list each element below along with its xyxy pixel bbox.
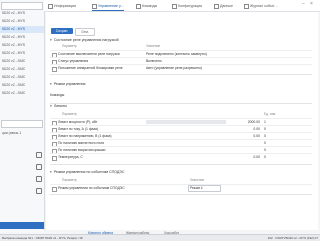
table-row: По наличию вскрытия крышки 0 — [50, 146, 312, 154]
checkbox-icon[interactable] — [36, 176, 42, 182]
sidebar-item-label: 5D20 v2 - DMC — [2, 91, 26, 95]
tab-bar: Информация Управление у… Команды Конфигу… — [44, 0, 320, 12]
sidebar-active-strip[interactable] — [0, 222, 44, 229]
sidebar-item[interactable]: 5D20 v2 - MYS — [0, 34, 44, 41]
table-header: Параметр Значение — [62, 44, 161, 48]
close-icon[interactable]: × — [310, 2, 315, 7]
sidebar-item-label: 5D20 v2 - MYS — [2, 27, 25, 31]
tab-commands[interactable]: Команды — [136, 2, 157, 10]
tab-configuration[interactable]: Конфигурация — [172, 2, 202, 10]
checkbox-icon[interactable] — [36, 188, 42, 194]
row-checkbox[interactable] — [52, 155, 57, 161]
sidebar-item[interactable]: 5D20 v2 - MYS — [0, 10, 44, 17]
table-row: Режим управления по событиям СПОДЭС — [50, 184, 312, 192]
divider — [50, 103, 312, 104]
sidebar-item[interactable]: 5D20 v2 - DMC — [0, 66, 44, 73]
sidebar-item-label: 5D20 v2 - DMC — [2, 83, 26, 87]
cancel-button[interactable]: Отм. — [75, 28, 95, 36]
section-control-mode-title[interactable]: Режим управления — [50, 82, 86, 86]
divider — [50, 164, 312, 165]
sidebar-item-label: 5D20 v2 - MYS — [2, 43, 25, 47]
tab-data[interactable]: Данные — [214, 2, 233, 10]
sidebar-item-label: 5D20 v2 - MYS — [2, 51, 25, 55]
sidebar-item[interactable]: 5D20 v2 - MYS — [0, 26, 44, 33]
status-left-text: Выбрана команда №1 · ОБЭП 5D20 v2 - MYS,… — [2, 236, 83, 240]
sidebar-item-label: 5D20 v2 - DMC — [2, 59, 26, 63]
table-row: Температура, С 0.00 0 — [50, 153, 312, 161]
table-row: Лимит по току, А (1 фаза) 0.00 0 — [50, 125, 312, 133]
control-mode-value: Команды — [50, 93, 65, 97]
data-icon — [214, 3, 219, 9]
checkbox-icon[interactable] — [36, 152, 42, 158]
table-header: Параметр Значение — [62, 178, 205, 182]
table-row: Статус управления Включено — [50, 57, 312, 65]
spodes-mode-select[interactable]: Режим 4 — [188, 184, 221, 192]
sidebar-item[interactable]: 5D20 v2 - DMC — [0, 82, 44, 89]
log-icon — [244, 3, 249, 9]
table-header: Параметр Ед. изм. — [62, 112, 277, 116]
sidebar-item-label: 5D20 v2 - DMC — [2, 75, 26, 79]
control-icon — [92, 3, 97, 9]
info-icon — [48, 3, 53, 9]
tab-load-control[interactable]: Управление у… — [92, 2, 125, 11]
sidebar-item-label: 5D20 v2 - MYS — [2, 19, 25, 23]
table-row: Состояние выключателя реле нагрузки Реле … — [50, 50, 312, 58]
sidebar-item[interactable]: 5D20 v2 - MYS — [0, 50, 44, 57]
config-icon — [172, 3, 177, 9]
limit-value-field[interactable] — [146, 120, 226, 124]
sidebar-item-label: 5D20 v2 - MYS — [2, 11, 25, 15]
row-checkbox[interactable] — [52, 66, 57, 72]
section-spodes-title[interactable]: Режим управления по событиям СПОДЭС — [50, 170, 125, 174]
sidebar-item-label: 5D20 v2 - DMC — [2, 67, 26, 71]
table-row: По наличию магнитного поля 0 — [50, 139, 312, 147]
sidebar-item[interactable]: 5D20 v2 - MYS — [0, 18, 44, 25]
tab-info[interactable]: Информация — [48, 2, 76, 10]
sidebar-item[interactable]: ции (связь 1 — [0, 130, 44, 137]
sidebar-item[interactable]: 5D20 v2 - DMC — [0, 90, 44, 97]
table-row: Положение аппаратной блокировки реле Авто… — [50, 64, 312, 72]
commands-icon — [136, 3, 141, 9]
status-right-text: 192 · OSDTV5D20 v2 - MYS (192) 07 — [267, 236, 318, 240]
section-limits-title[interactable]: Лимиты — [50, 104, 67, 108]
checkbox-icon[interactable] — [36, 164, 42, 170]
table-row: Лимит мощности (Р), кВт 2000.00 1 — [50, 118, 312, 126]
sidebar-search-input[interactable] — [1, 2, 43, 10]
sidebar-item[interactable]: 5D20 v2 - DMC — [0, 74, 44, 81]
row-checkbox[interactable] — [52, 186, 57, 192]
sidebar-item[interactable]: 5D20 v2 - MYS — [0, 42, 44, 49]
sidebar-item-label: ции (связь 1 — [2, 131, 22, 135]
divider — [50, 194, 312, 195]
load-control-panel: Сохран. Отм. Состояние реле управления н… — [46, 12, 318, 230]
section-relay-state-title[interactable]: Состояние реле управления нагрузкой — [50, 38, 119, 42]
table-row: Лимит по напряжению, В (1 фаза) 0.00 0 — [50, 132, 312, 140]
divider — [50, 74, 312, 75]
sidebar-filter-input[interactable] — [1, 120, 43, 128]
sidebar-item[interactable]: 5D20 v2 - DMC — [0, 58, 44, 65]
save-button[interactable]: Сохран. — [51, 28, 73, 34]
sidebar-item-label: 5D20 v2 - MYS — [2, 35, 25, 39]
sidebar: 5D20 v2 - MYS 5D20 v2 - MYS 5D20 v2 - MY… — [0, 0, 45, 232]
tab-event-log[interactable]: Журнал событ… — [244, 2, 278, 10]
minimize-icon[interactable]: − — [302, 2, 307, 7]
